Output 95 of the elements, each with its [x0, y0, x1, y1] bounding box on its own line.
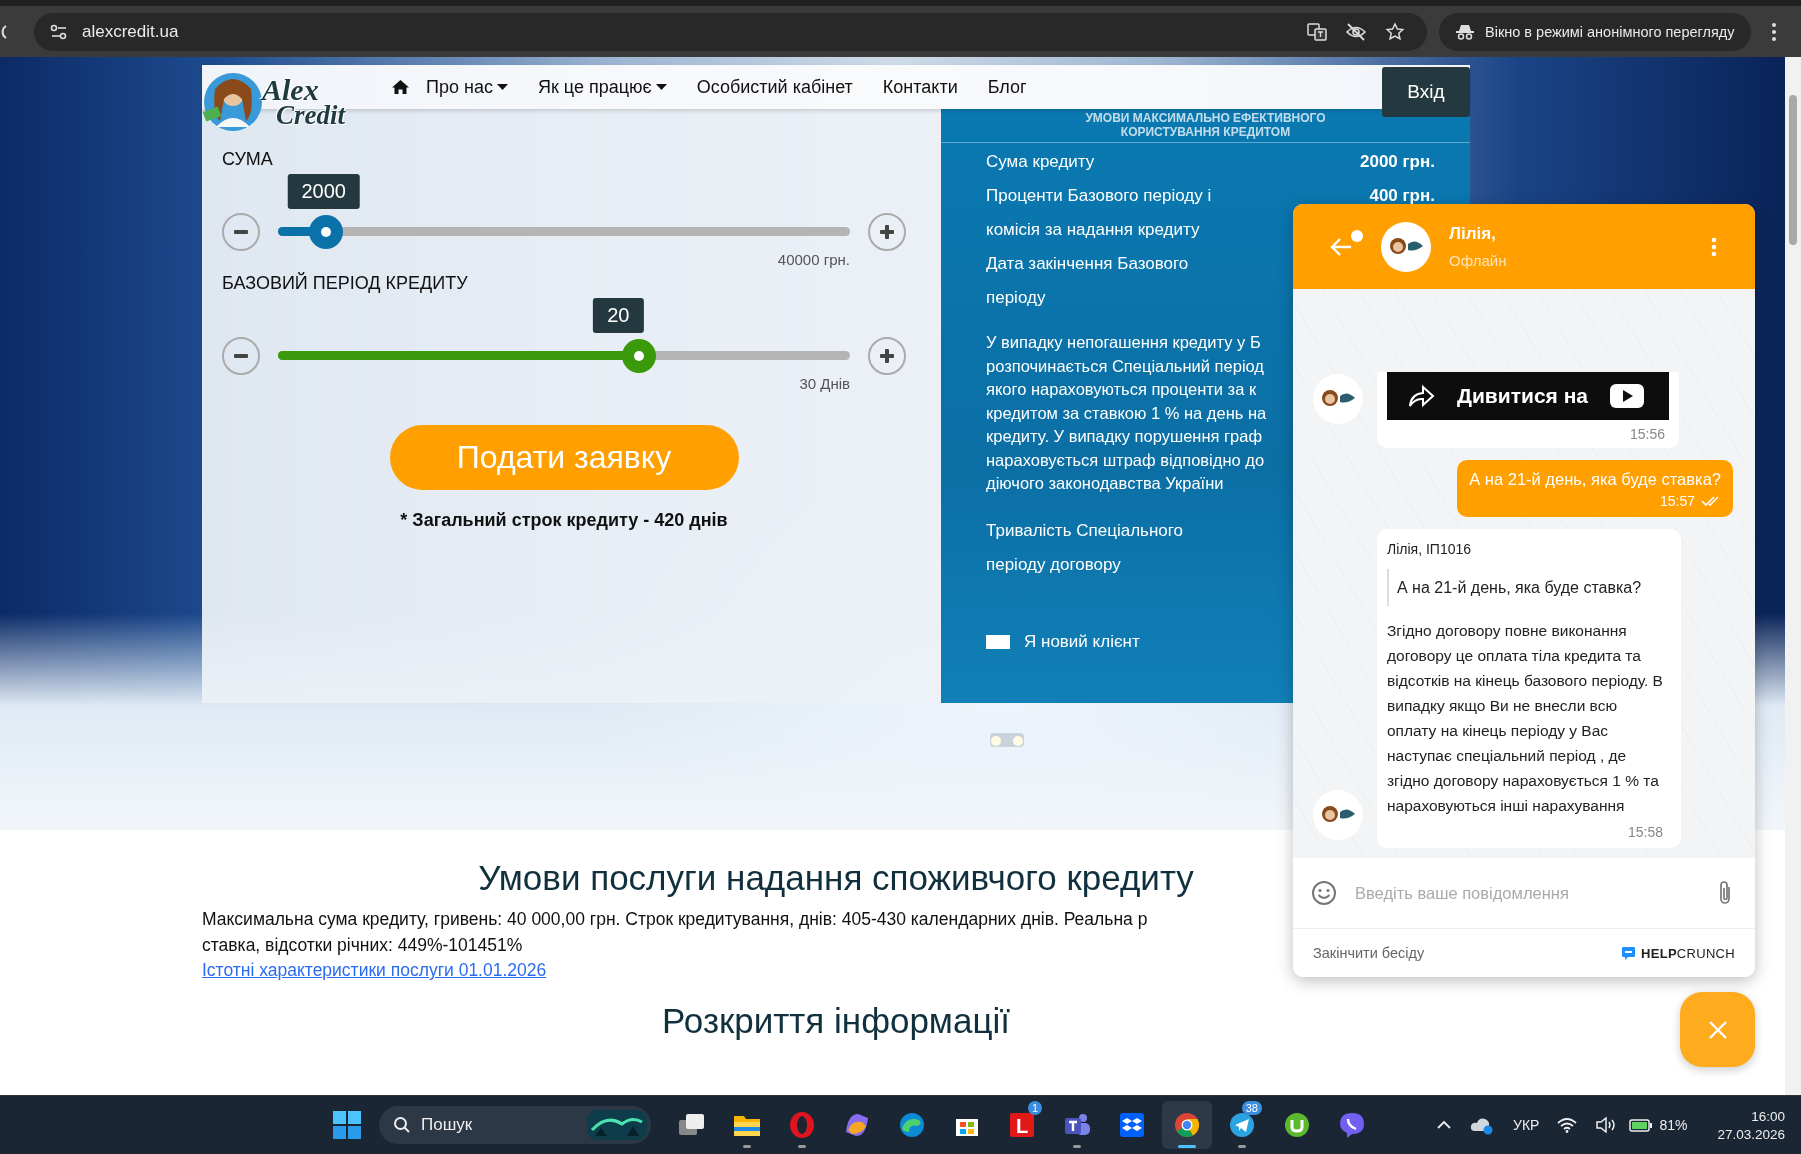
- wave-icon: [897, 1110, 927, 1140]
- avatar-icon: [1313, 790, 1363, 840]
- message-time: 15:56: [1628, 426, 1666, 442]
- address-bar[interactable]: alexcredit.ua: [34, 12, 1427, 51]
- reload-icon[interactable]: [0, 22, 8, 41]
- clock[interactable]: 16:00 27.03.2026: [1717, 1108, 1785, 1142]
- home-icon[interactable]: [391, 79, 410, 95]
- windows-logo-icon[interactable]: [333, 1111, 361, 1139]
- plus-icon: [880, 349, 894, 363]
- max-value-label: 40000 грн.: [777, 251, 850, 270]
- minus-icon: [234, 354, 248, 358]
- notice-text: У випадку непогашення кредиту у Б розпочинається Спеціальний період якого нараховуються проценти за к кредитом за ставкою 1 % на день на кредиту. У випадку порушення граф нараховується штраф відповідно до діючого законодавства України: [986, 332, 1267, 494]
- phone-bubble-icon: [1337, 1110, 1367, 1140]
- section-heading: Розкриття інформації: [662, 1001, 1010, 1041]
- plus-button[interactable]: [868, 337, 906, 375]
- checkbox[interactable]: [986, 634, 1010, 649]
- notification-badge: 38: [1241, 1101, 1262, 1115]
- message-time: 15:57: [1659, 493, 1695, 509]
- nav-link[interactable]: Як це працює: [537, 76, 667, 98]
- ring-icon: [787, 1110, 817, 1140]
- wifi-icon[interactable]: [1557, 1117, 1578, 1133]
- agent-status: Офлайн: [1449, 252, 1507, 269]
- taskbar-app[interactable]: L 1: [997, 1101, 1047, 1149]
- message-text: А на 21-й день, яка буде ставка?: [1469, 470, 1721, 489]
- scrollbar[interactable]: [1785, 57, 1801, 1095]
- logo-text: Alex: [262, 76, 319, 104]
- battery-percent: 81%: [1659, 1117, 1688, 1133]
- emoji-icon[interactable]: [1311, 880, 1337, 906]
- plus-button[interactable]: [868, 213, 906, 251]
- slider-thumb[interactable]: [309, 215, 344, 249]
- language-indicator[interactable]: УКР: [1513, 1117, 1540, 1133]
- video-preview[interactable]: Дивитися на: [1387, 372, 1669, 420]
- max-value-label: 30 Днів: [799, 375, 850, 394]
- panel-title: УМОВИ МАКСИМАЛЬНО ЕФЕКТИВНОГО КОРИСТУВАННЯ КРЕДИТОМ: [941, 111, 1470, 143]
- slider-label: БАЗОВИЙ ПЕРІОД КРЕДИТУ: [222, 273, 469, 295]
- minus-button[interactable]: [222, 337, 260, 375]
- chevron-up-icon[interactable]: [1437, 1120, 1451, 1130]
- nav-link[interactable]: Особистий кабінет: [696, 76, 853, 98]
- term-value: 400 грн.: [1369, 185, 1435, 207]
- login-button[interactable]: Вхід: [1382, 67, 1470, 117]
- incognito-indicator[interactable]: Вікно в режимі анонімного перегляду: [1439, 12, 1751, 51]
- quoted-message: А на 21-й день, яка буде ставка?: [1387, 569, 1667, 606]
- term-value: 2000 грн.: [1360, 151, 1435, 173]
- terms-link[interactable]: Істотні характеристики послуги 01.01.2026: [202, 960, 547, 981]
- checkbox-label: Я новий клієнт: [1024, 631, 1140, 652]
- close-icon: [1707, 1019, 1728, 1040]
- speaker-icon[interactable]: [1595, 1117, 1618, 1133]
- star-icon[interactable]: [1385, 21, 1405, 42]
- conditions-text: Максимальна сума кредиту, гривень: 40 000,00 грн. Строк кредитування, днів: 405-430 календарних днів. Реальна р ставка, відсотки річних: 449%-101451%: [202, 908, 1148, 957]
- value-tooltip: 2000: [287, 174, 360, 209]
- circle-logo-icon: [1172, 1110, 1202, 1140]
- watch-on-text[interactable]: Дивитися на: [1457, 384, 1588, 408]
- chat-bubble-icon: [1621, 945, 1636, 961]
- play-logo-icon[interactable]: [1610, 384, 1644, 408]
- term-label: Дата закінчення Базового періоду: [986, 253, 1189, 309]
- slider-label: СУМА: [222, 149, 274, 171]
- minus-button[interactable]: [222, 213, 260, 251]
- menu-icon[interactable]: [1770, 21, 1777, 42]
- paper-plane-icon: [1227, 1110, 1257, 1140]
- nav-link[interactable]: Блог: [987, 76, 1027, 98]
- eye-off-icon[interactable]: [1345, 22, 1367, 41]
- mu-logo-icon: [1282, 1110, 1312, 1140]
- loan-term-note: * Загальний строк кредиту - 420 днів: [399, 510, 729, 531]
- message-time: 15:58: [1626, 824, 1664, 840]
- nav-link[interactable]: Про нас: [426, 76, 508, 98]
- translate-icon[interactable]: [1307, 21, 1327, 42]
- url-text: alexcredit.ua: [82, 21, 179, 42]
- notification-badge: 1: [1027, 1101, 1042, 1115]
- logo-text: Credit: [276, 103, 345, 128]
- slider-thumb[interactable]: [621, 339, 656, 373]
- agent-name: Лілія,: [1449, 224, 1497, 244]
- plus-icon: [880, 225, 894, 239]
- brand-name: HELPCRUNCH: [1641, 945, 1735, 961]
- search-icon: [393, 1116, 411, 1134]
- section-heading: Умови послуги надання споживчого кредиту: [478, 858, 1194, 898]
- incognito-icon: [1455, 23, 1475, 40]
- term-label: Сума кредиту: [986, 151, 1095, 173]
- taskbar-app[interactable]: [1162, 1101, 1212, 1149]
- term-label: Тривалість Спеціального періоду договору: [986, 519, 1184, 576]
- message-author: Лілія, ІП1016: [1387, 541, 1473, 557]
- taskbar-search[interactable]: Пошук: [379, 1106, 651, 1144]
- box-icon: [1117, 1110, 1147, 1140]
- battery-icon[interactable]: [1629, 1118, 1654, 1132]
- aurora-icon: [587, 1110, 647, 1140]
- minus-icon: [234, 230, 248, 234]
- avatar-icon: [1381, 221, 1431, 272]
- avatar-icon: [1313, 374, 1363, 424]
- end-chat-link[interactable]: Закінчити бесіду: [1313, 945, 1425, 961]
- term-label: Проценти Базового періоду і комісія за надання кредиту: [986, 185, 1212, 241]
- value-tooltip: 20: [593, 298, 644, 333]
- share-icon[interactable]: [1407, 384, 1435, 408]
- site-settings-icon[interactable]: [50, 23, 68, 40]
- nav-link[interactable]: Контакти: [882, 76, 958, 98]
- message-text: Згідно договору повне виконання договору це оплата тіла кредита та відсотків на кінець базового періоду. В випадку якщо Ви не внесли всю оплату на кінець періоду у Вас наступає спеціальний період , де згідно договору нараховується 1 % та нараховуються інші нарахування: [1387, 621, 1664, 816]
- paperclip-icon[interactable]: [1717, 879, 1733, 907]
